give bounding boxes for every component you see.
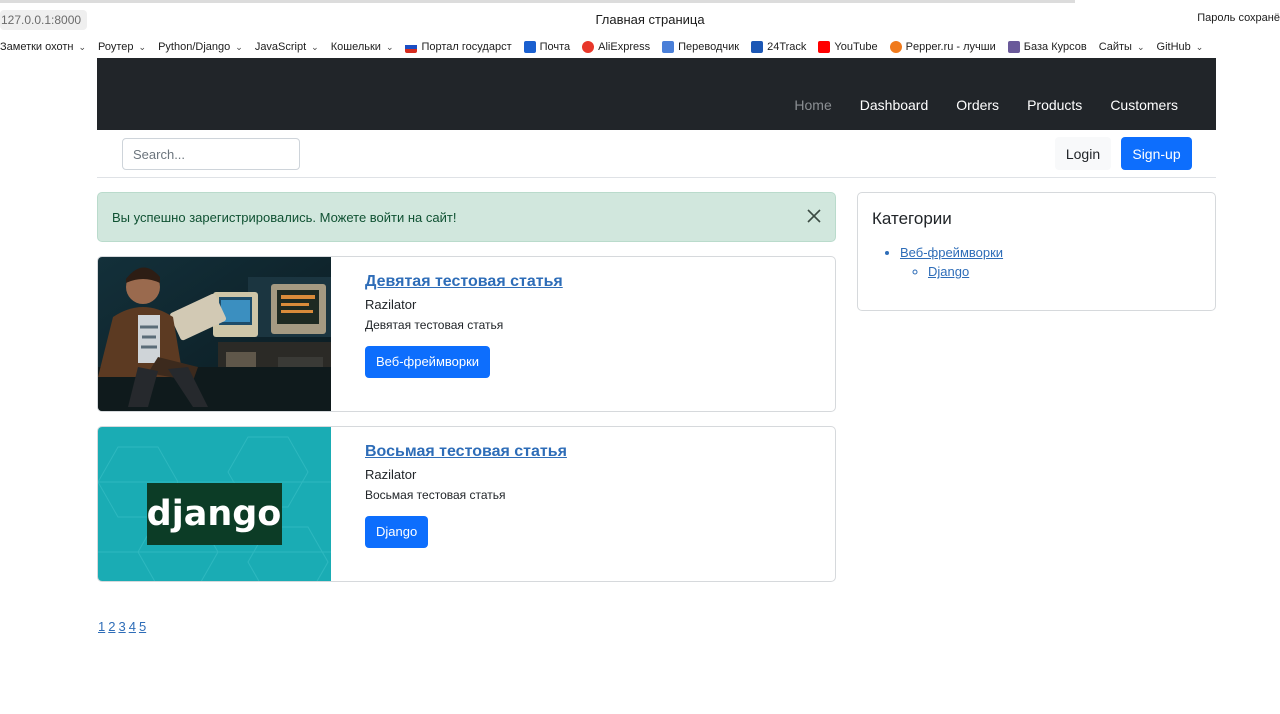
success-alert: Вы успешно зарегистрировались. Можете во…: [97, 192, 836, 242]
track-icon: [751, 41, 764, 53]
article-title-link[interactable]: Девятая тестовая статья: [365, 273, 563, 291]
nav-links: Home Dashboard Orders Products Customers: [794, 97, 1178, 113]
site-navbar: Home Dashboard Orders Products Customers: [97, 58, 1216, 130]
bookmark-label: Python/Django: [158, 41, 231, 53]
browser-titlebar: 127.0.0.1:8000 Главная страница Пароль с…: [0, 0, 1280, 36]
subcategory-list: Django: [928, 264, 1003, 279]
chevron-down-icon: ⌄: [1195, 41, 1204, 52]
categories-list: Веб-фреймворки Django: [900, 245, 1003, 279]
chevron-down-icon: ⌄: [385, 41, 394, 52]
bookmark-label: Переводчик: [678, 41, 740, 53]
bookmark-label: JavaScript: [254, 41, 307, 53]
bookmark-label: Pepper.ru - лучши: [905, 41, 996, 53]
svg-text:django: django: [147, 494, 282, 534]
category-tag-button[interactable]: Веб-фреймворки: [365, 346, 491, 378]
category-tag-button[interactable]: Django: [365, 516, 429, 548]
bookmark-item[interactable]: GitHub ⌄: [1157, 41, 1204, 53]
bookmark-item[interactable]: Почта: [523, 41, 571, 53]
alert-message: Вы успешно зарегистрировались. Можете во…: [112, 210, 457, 225]
article-description: Девятая тестовая статья: [365, 318, 504, 332]
page-link-2[interactable]: 2: [108, 619, 115, 634]
bookmark-item[interactable]: Кошельки ⌄: [331, 41, 394, 53]
bookmark-label: AliExpress: [598, 41, 651, 53]
bookmark-label: Роутер: [98, 41, 134, 53]
bookmark-item[interactable]: Заметки охотн ⌄: [0, 41, 86, 53]
bookmark-item[interactable]: 24Track: [751, 41, 806, 53]
search-input[interactable]: [122, 138, 300, 170]
bookmarks-bar: Заметки охотн ⌄ Роутер ⌄ Python/Django ⌄ JavaS…: [0, 36, 1280, 58]
search-bar-row: Login Sign-up: [97, 130, 1216, 178]
bookmark-item[interactable]: База Курсов: [1007, 41, 1087, 53]
chevron-down-icon: ⌄: [78, 41, 87, 52]
pagination: 12345: [98, 619, 149, 634]
bookmark-label: GitHub: [1156, 41, 1191, 53]
nav-link-home[interactable]: Home: [794, 97, 831, 113]
youtube-icon: [818, 41, 831, 53]
bookmark-label: Сайты: [1098, 41, 1132, 53]
bookmark-item[interactable]: AliExpress: [582, 41, 650, 53]
page-load-progress: [0, 0, 1075, 3]
bookmark-item[interactable]: Pepper.ru - лучши: [889, 41, 996, 53]
bookmark-item[interactable]: YouTube: [818, 41, 878, 53]
chevron-down-icon: ⌄: [235, 41, 243, 52]
password-saved-notice[interactable]: Пароль сохранё: [1197, 12, 1280, 24]
article-description: Восьмая тестовая статья: [365, 488, 506, 502]
category-link-web-frameworks[interactable]: Веб-фреймворки: [900, 245, 1003, 260]
window-title: Главная страница: [595, 12, 705, 27]
aliexpress-icon: [582, 41, 595, 53]
russia-flag-icon: [405, 41, 418, 53]
signup-button[interactable]: Sign-up: [1121, 137, 1192, 170]
subcategory-item: Django: [928, 264, 1003, 279]
login-button[interactable]: Login: [1055, 137, 1111, 170]
bookmark-item[interactable]: Python/Django ⌄: [158, 41, 243, 53]
categories-panel: Категории Веб-фреймворки Django: [857, 192, 1216, 311]
nav-link-orders[interactable]: Orders: [956, 97, 999, 113]
retro-computer-photo-image: [98, 257, 331, 411]
article-title-link[interactable]: Восьмая тестовая статья: [365, 443, 567, 461]
bookmark-label: YouTube: [834, 41, 878, 53]
chevron-down-icon: ⌄: [311, 41, 319, 52]
bookmark-label: База Курсов: [1023, 41, 1087, 53]
category-item: Веб-фреймворки Django: [900, 245, 1003, 279]
article-thumbnail[interactable]: [98, 257, 331, 411]
mail-icon: [523, 41, 536, 53]
category-link-django[interactable]: Django: [928, 264, 969, 279]
feather-icon: [1007, 41, 1020, 53]
bookmark-item[interactable]: Сайты ⌄: [1099, 41, 1145, 53]
bookmark-label: Портал государст: [421, 41, 512, 53]
page-link-3[interactable]: 3: [118, 619, 125, 634]
article-card-body: Восьмая тестовая статья Razilator Восьма…: [365, 443, 567, 548]
article-author: Razilator: [365, 297, 417, 312]
django-logo-image: django: [98, 427, 331, 581]
bookmark-item[interactable]: Переводчик: [662, 41, 739, 53]
page-link-1[interactable]: 1: [98, 619, 105, 634]
article-card: django Восьмая тестовая статья Razilator…: [97, 426, 836, 582]
page-link-4[interactable]: 4: [129, 619, 136, 634]
nav-link-products[interactable]: Products: [1027, 97, 1082, 113]
bookmark-label: 24Track: [767, 41, 807, 53]
article-card-body: Девятая тестовая статья Razilator Девята…: [365, 273, 563, 378]
close-icon[interactable]: [805, 207, 823, 225]
categories-title: Категории: [872, 209, 952, 228]
flame-icon: [889, 41, 902, 53]
bookmark-label: Почта: [539, 41, 571, 53]
bookmark-item[interactable]: Портал государст: [405, 41, 512, 53]
bookmark-item[interactable]: JavaScript ⌄: [255, 41, 319, 53]
translate-icon: [662, 41, 675, 53]
article-card: Девятая тестовая статья Razilator Девята…: [97, 256, 836, 412]
page-link-5[interactable]: 5: [139, 619, 146, 634]
nav-link-customers[interactable]: Customers: [1110, 97, 1178, 113]
bookmark-label: Кошельки: [330, 41, 381, 53]
chevron-down-icon: ⌄: [138, 41, 147, 52]
bookmark-item[interactable]: Роутер ⌄: [98, 41, 146, 53]
chevron-down-icon: ⌄: [1136, 41, 1145, 52]
article-author: Razilator: [365, 467, 417, 482]
bookmark-label: Заметки охотн: [0, 41, 74, 53]
nav-link-dashboard[interactable]: Dashboard: [860, 97, 929, 113]
article-thumbnail[interactable]: django: [98, 427, 331, 581]
